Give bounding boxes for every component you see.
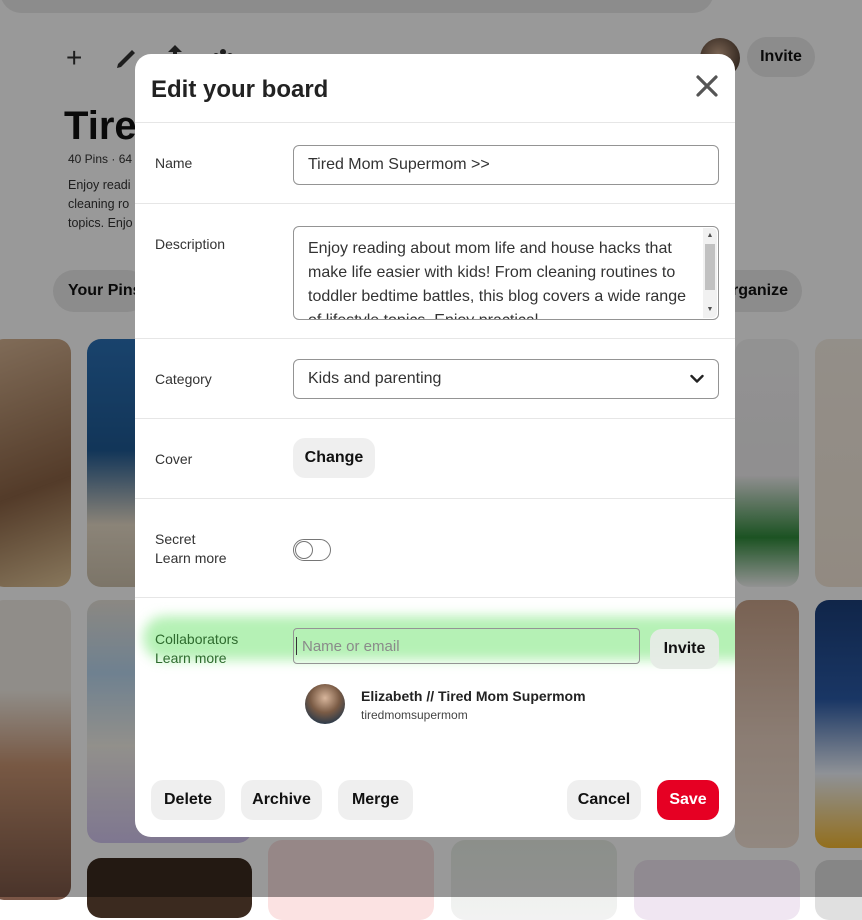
scroll-up-icon[interactable]: ▲: [705, 231, 715, 241]
chevron-down-icon: [690, 374, 704, 383]
name-row: Name Tired Mom Supermom >>: [135, 123, 735, 204]
collaborators-learn-more-link[interactable]: Learn more: [155, 649, 227, 668]
description-scrollbar[interactable]: ▲ ▼: [703, 228, 717, 318]
cover-row: Cover Change: [135, 419, 735, 499]
cancel-button[interactable]: Cancel: [567, 780, 641, 820]
name-input[interactable]: Tired Mom Supermom >>: [293, 145, 719, 185]
scroll-down-icon[interactable]: ▼: [705, 305, 715, 315]
description-label: Description: [155, 236, 226, 252]
edit-board-modal: Edit your board Name Tired Mom Supermom …: [135, 54, 735, 837]
collaborator-avatar[interactable]: [305, 684, 345, 724]
secret-label: Secret: [155, 531, 196, 547]
name-label: Name: [155, 155, 193, 171]
secret-row: Secret Learn more: [135, 499, 735, 598]
category-label: Category: [155, 371, 212, 387]
collaborator-handle: tiredmomsupermom: [361, 708, 468, 722]
toggle-knob: [295, 541, 313, 559]
modal-footer: Delete Archive Merge Cancel Save: [135, 764, 735, 837]
merge-button[interactable]: Merge: [338, 780, 413, 820]
invite-collaborator-button[interactable]: Invite: [650, 629, 719, 669]
collaborator-input-placeholder: Name or email: [302, 637, 400, 655]
save-button[interactable]: Save: [657, 780, 719, 820]
cover-label: Cover: [155, 451, 193, 467]
description-row: Description Enjoy reading about mom life…: [135, 204, 735, 339]
modal-header: Edit your board: [135, 54, 735, 123]
secret-toggle[interactable]: [293, 539, 331, 561]
delete-button[interactable]: Delete: [151, 780, 225, 820]
change-cover-button[interactable]: Change: [293, 438, 375, 478]
close-icon[interactable]: [693, 72, 721, 100]
collaborators-label: Collaborators: [155, 631, 239, 647]
name-input-value: Tired Mom Supermom >>: [308, 156, 490, 173]
secret-learn-more-link[interactable]: Learn more: [155, 549, 227, 568]
category-value: Kids and parenting: [308, 370, 442, 387]
archive-button[interactable]: Archive: [241, 780, 322, 820]
text-caret: [296, 637, 297, 655]
collaborators-row: Collaborators Learn more Name or email I…: [135, 598, 735, 763]
category-select[interactable]: Kids and parenting: [293, 359, 719, 399]
description-textarea[interactable]: Enjoy reading about mom life and house h…: [293, 226, 719, 320]
collaborator-name: Elizabeth // Tired Mom Supermom: [361, 688, 586, 704]
category-row: Category Kids and parenting: [135, 339, 735, 419]
description-value: Enjoy reading about mom life and house h…: [308, 240, 686, 319]
scroll-thumb[interactable]: [705, 244, 715, 290]
collaborator-search-input[interactable]: Name or email: [293, 628, 640, 664]
modal-title: Edit your board: [151, 76, 329, 103]
